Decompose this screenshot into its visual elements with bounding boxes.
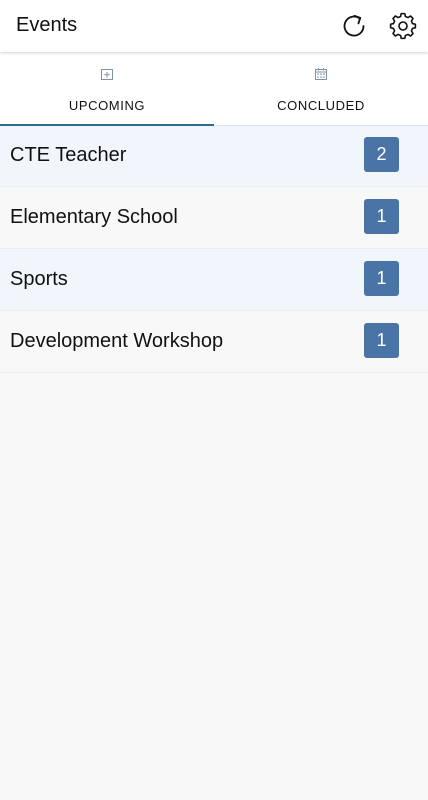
tab-upcoming-label: UPCOMING [68, 98, 146, 113]
event-list: CTE Teacher 2 Elementary School 1 Sports… [0, 125, 428, 373]
count-badge: 1 [364, 323, 399, 358]
tab-selected-indicator [0, 124, 214, 126]
settings-button[interactable] [385, 8, 421, 44]
event-name: Sports [10, 268, 68, 290]
tab-concluded[interactable]: CONCLUDED [214, 52, 428, 125]
list-item-elementary-school[interactable]: Elementary School 1 [0, 187, 428, 249]
calendar-grid-icon [315, 68, 327, 80]
event-name: Development Workshop [10, 330, 224, 352]
tab-bar: UPCOMING CONCLUDED [0, 52, 428, 126]
count-badge: 2 [364, 137, 399, 172]
list-item-sports[interactable]: Sports 1 [0, 249, 428, 311]
tab-upcoming[interactable]: UPCOMING [0, 52, 214, 126]
count-badge: 1 [364, 261, 399, 296]
tab-concluded-label: CONCLUDED [277, 98, 365, 113]
list-item-development-workshop[interactable]: Development Workshop 1 [0, 311, 428, 373]
app-bar: Events [0, 0, 428, 52]
count-badge: 1 [364, 199, 399, 234]
page-title: Events [16, 14, 78, 36]
calendar-plus-icon [101, 69, 113, 80]
event-name: CTE Teacher [10, 144, 127, 166]
refresh-button[interactable] [336, 8, 372, 44]
gear-icon [389, 12, 417, 40]
event-name: Elementary School [10, 206, 178, 228]
refresh-icon [343, 14, 365, 37]
list-item-cte-teacher[interactable]: CTE Teacher 2 [0, 125, 428, 187]
